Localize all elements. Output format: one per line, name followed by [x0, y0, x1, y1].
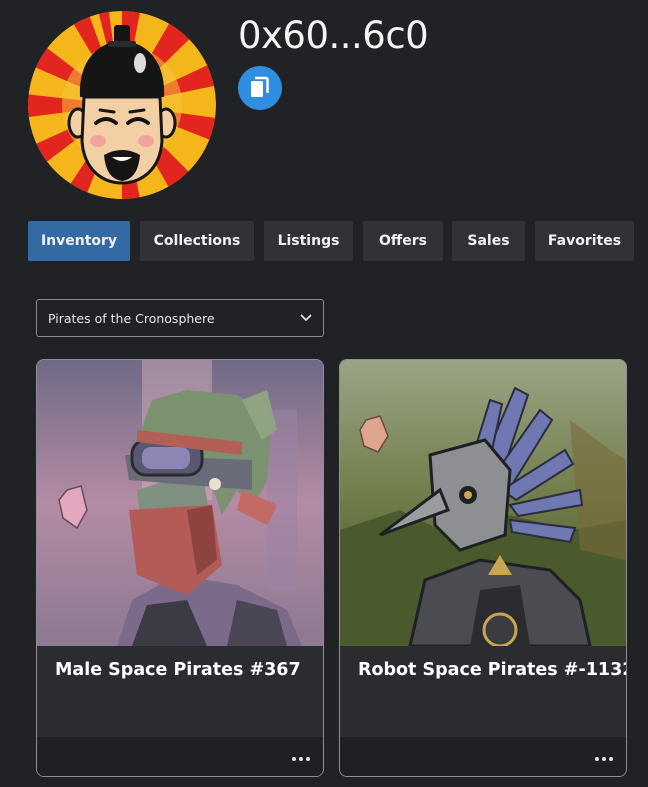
copy-address-button[interactable]	[238, 66, 282, 110]
more-horizontal-icon[interactable]	[595, 755, 613, 763]
male-pirate-artwork-icon	[37, 360, 323, 646]
nft-card[interactable]: Robot Space Pirates #-1132	[339, 359, 627, 777]
collection-filter-value: Pirates of the Cronosphere	[48, 310, 215, 326]
robot-pirate-artwork-icon	[340, 360, 626, 646]
avatar-face-icon	[28, 11, 216, 199]
profile-page: 0x60...6c0 Inventory Collections Listing…	[0, 0, 648, 787]
tab-sales[interactable]: Sales	[452, 221, 525, 261]
tab-collections[interactable]: Collections	[140, 221, 254, 261]
avatar	[28, 11, 216, 199]
tab-offers[interactable]: Offers	[363, 221, 443, 261]
copy-icon	[251, 76, 269, 97]
nft-image[interactable]	[340, 360, 626, 646]
collection-filter-select[interactable]: Pirates of the Cronosphere	[36, 299, 324, 337]
nft-title[interactable]: Robot Space Pirates #-1132	[358, 660, 626, 680]
nft-card[interactable]: Male Space Pirates #367	[36, 359, 324, 777]
wallet-address: 0x60...6c0	[238, 14, 429, 57]
card-footer	[340, 737, 626, 776]
nft-image[interactable]	[37, 360, 323, 646]
card-footer	[37, 737, 323, 776]
tab-listings[interactable]: Listings	[264, 221, 353, 261]
tab-favorites[interactable]: Favorites	[535, 221, 634, 261]
more-horizontal-icon[interactable]	[292, 755, 310, 763]
tab-inventory[interactable]: Inventory	[28, 221, 130, 261]
chevron-down-icon	[300, 314, 312, 321]
nft-title[interactable]: Male Space Pirates #367	[55, 660, 313, 680]
